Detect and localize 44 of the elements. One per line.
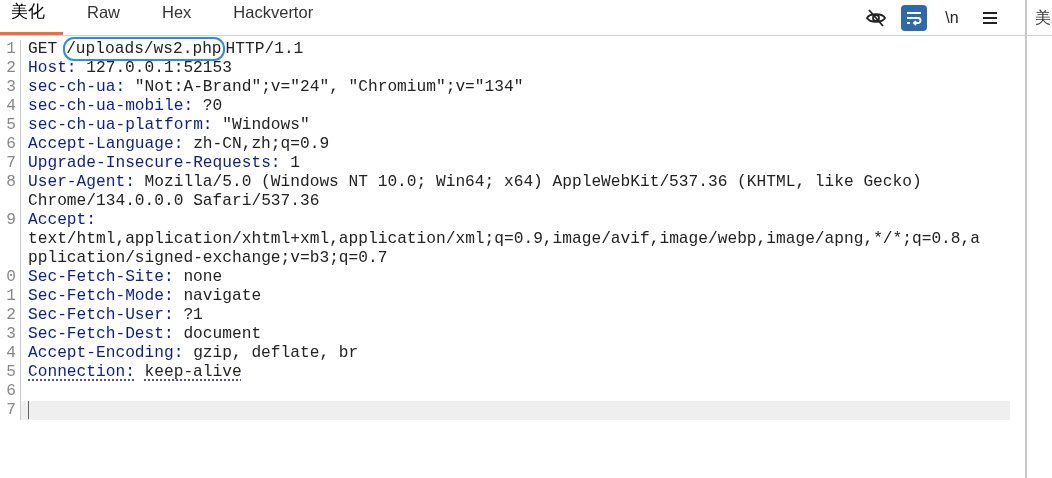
line-number: 6 [0, 382, 21, 401]
header-line: Sec-Fetch-Site: none [28, 268, 223, 286]
newline-toggle[interactable]: \n [939, 4, 965, 31]
line-number: 4 [0, 97, 21, 116]
tab[interactable]: Hackvertor [215, 0, 332, 35]
wrap-icon[interactable] [901, 4, 927, 31]
request-path: /uploads/ws2.php [66, 40, 222, 58]
line-number: 5 [0, 116, 21, 135]
tab[interactable]: 美 [1035, 8, 1051, 29]
line-number: 6 [0, 135, 21, 154]
tab[interactable]: Raw [69, 0, 138, 35]
line-number: 3 [0, 325, 21, 344]
line-number: 8 [0, 173, 21, 211]
header-line: Sec-Fetch-Dest: document [28, 325, 262, 343]
header-line: Sec-Fetch-User: ?1 [28, 306, 203, 324]
tab[interactable]: 美化 [0, 0, 63, 35]
request-method: GET [28, 40, 58, 58]
header-line: Accept-Language: zh-CN,zh;q=0.9 [28, 135, 330, 153]
line-number: 2 [0, 306, 21, 325]
line-number: 5 [0, 363, 21, 382]
header-value: pplication/signed-exchange;v=b3;q=0.7 [28, 249, 388, 267]
line-number: 1 [0, 40, 21, 59]
line-number: 1 [0, 287, 21, 306]
header-line: User-Agent: Mozilla/5.0 (Windows NT 10.0; Win64; x64) AppleWebKit/537.36 (KHTML, like Gecko) [28, 173, 922, 191]
line-number: 0 [0, 268, 21, 287]
header-line: Host: 127.0.0.1:52153 [28, 59, 232, 77]
line-number: 4 [0, 344, 21, 363]
http-version: HTTP/1.1 [225, 40, 304, 58]
header-line: Accept-Encoding: gzip, deflate, br [28, 344, 359, 362]
header-line: Accept: [28, 211, 96, 229]
line-number: 2 [0, 59, 21, 78]
line-number: 9 [0, 211, 21, 268]
header-line: Sec-Fetch-Mode: navigate [28, 287, 262, 305]
header-value: text/html,application/xhtml+xml,application/xml;q=0.9,image/avif,image/webp,image/apng,*/*;q=0.8,a [28, 230, 980, 248]
header-line: sec-ch-ua-mobile: ?0 [28, 97, 223, 115]
header-line: sec-ch-ua: "Not:A-Brand";v="24", "Chromium";v="134" [28, 78, 524, 96]
line-number: 3 [0, 78, 21, 97]
tab[interactable]: Hex [144, 0, 210, 35]
header-line: Upgrade-Insecure-Requests: 1 [28, 154, 300, 172]
header-value: Chrome/134.0.0.0 Safari/537.36 [28, 192, 320, 210]
line-number: 7 [0, 154, 21, 173]
header-line: sec-ch-ua-platform: "Windows" [28, 116, 310, 134]
text-cursor [28, 401, 29, 419]
header-line: Connection: keep-alive [28, 363, 242, 381]
